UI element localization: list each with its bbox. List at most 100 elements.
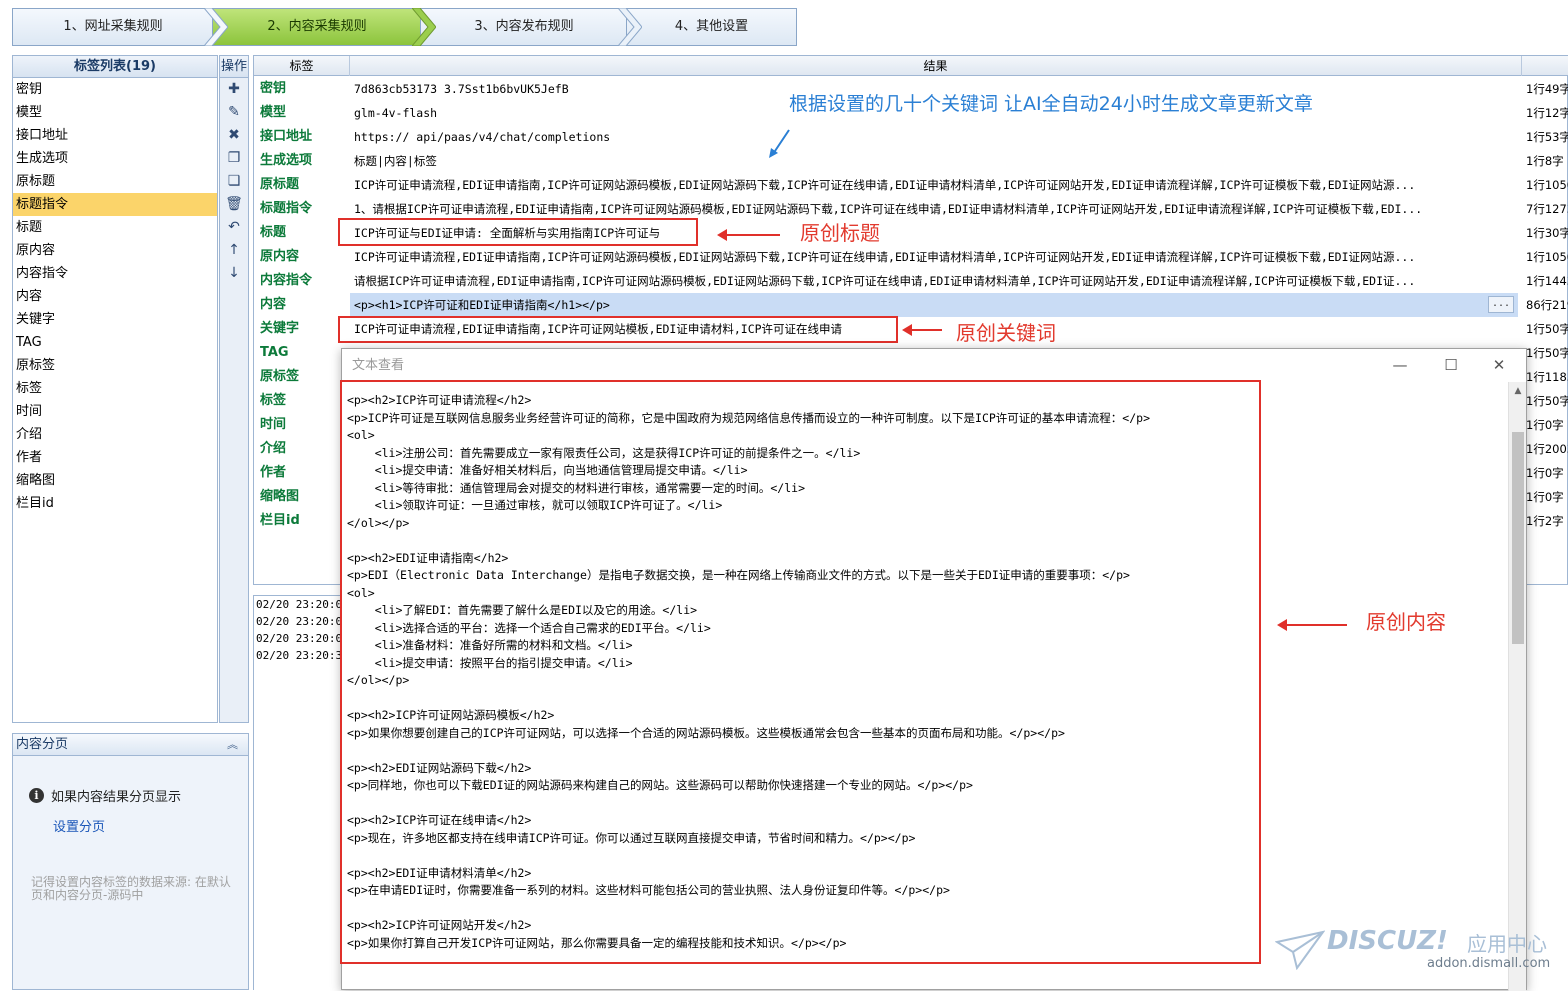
grid-row-value-text: ICP许可证申请流程,EDI证申请指南,ICP许可证网站源码模板,EDI证网站源… (354, 250, 1416, 264)
tag-list: 密钥 模型 接口地址 生成选项 原标题 标题指令 标题 原内容 内容指令 内容 关键字 TAG 原标签标… (13, 78, 217, 515)
info-icon: i (29, 788, 44, 803)
tag-list-item[interactable]: 标题指令 (13, 193, 217, 216)
tag-list-item[interactable]: 作者 (13, 446, 217, 469)
tag-list-item[interactable]: 介绍 (13, 423, 217, 446)
tag-list-item[interactable]: 生成选项 (13, 147, 217, 170)
delete-icon[interactable]: ✖ (220, 124, 248, 147)
tag-list-item[interactable]: TAG (13, 331, 217, 354)
pagination-info-text: 如果内容结果分页显示 (51, 790, 182, 805)
grid-row-label: 标题 (260, 225, 287, 240)
step-content-rules[interactable]: 2、内容采集规则 (212, 8, 422, 46)
grid-header: 标签 结果 (254, 56, 1568, 76)
tag-list-item[interactable]: 内容指令 (13, 262, 217, 285)
scroll-thumb[interactable] (1512, 432, 1524, 644)
watermark-cn: 应用中心 (1467, 932, 1547, 956)
col-header-count (1522, 56, 1568, 76)
content-annotation: 原创内容 (1366, 610, 1446, 634)
grid-row-value-text: ICP许可证申请流程,EDI证申请指南,ICP许可证网站源码模板,EDI证网站源… (354, 178, 1416, 192)
step-publish-rules[interactable]: 3、内容发布规则 (420, 8, 628, 46)
grid-row-label: 介绍 (260, 441, 287, 456)
pagination-note: 记得设置内容标签的数据来源: 在默认页和内容分页-源码中 (31, 875, 231, 902)
col-header-label[interactable]: 标签 (254, 56, 350, 76)
grid-row[interactable]: 内容 <p><h1>ICP许可证和EDI证申请指南</h1></p>... 86行2… (254, 293, 1568, 317)
tag-list-item[interactable]: 栏目id (13, 492, 217, 515)
arrow-down-icon[interactable]: ↓ (220, 262, 248, 285)
tag-list-item[interactable]: 密钥 (13, 78, 217, 101)
grid-row-count: 1行49字 (1526, 82, 1568, 96)
step-url-rules[interactable]: 1、网址采集规则 (12, 8, 214, 46)
grid-row-label: 标签 (260, 393, 287, 408)
undo-icon[interactable]: ↶ (220, 216, 248, 239)
step-other-settings[interactable]: 4、其他设置 (626, 8, 797, 46)
grid-row-value[interactable]: 标题|内容|标签 (350, 149, 1518, 173)
log-panel: 02/20 23:20:0 02/20 23:20:0 02/20 23:20:0 0… (253, 595, 343, 990)
grid-row-value[interactable]: ICP许可证申请流程,EDI证申请指南,ICP许可证网站源码模板,EDI证网站源… (350, 245, 1518, 269)
title-highlight-box (338, 218, 698, 246)
tag-list-item[interactable]: 标签 (13, 377, 217, 400)
grid-row[interactable]: 生成选项 标题|内容|标签 1行8字 (254, 149, 1568, 173)
pagination-panel-header[interactable]: 内容分页 ︽ (13, 734, 248, 756)
col-header-result[interactable]: 结果 (350, 56, 1522, 76)
grid-row-value[interactable]: https:// api/paas/v4/chat/completions (350, 125, 1518, 149)
tag-list-item[interactable]: 缩略图 (13, 469, 217, 492)
grid-row[interactable]: 内容指令 请根据ICP许可证申请流程,EDI证申请指南,ICP许可证网站源码模板,… (254, 269, 1568, 293)
grid-row-value[interactable]: ICP许可证申请流程,EDI证申请指南,ICP许可证网站源码模板,EDI证网站源… (350, 173, 1518, 197)
grid-row-label: 栏目id (260, 513, 300, 528)
grid-row-label: 原内容 (260, 249, 300, 264)
pagination-info: i 如果内容结果分页显示 (29, 786, 181, 805)
grid-row-count: 86行219 (1526, 298, 1568, 312)
grid-row-count: 1行1185 (1526, 370, 1568, 384)
grid-row-label: 模型 (260, 105, 287, 120)
grid-row-label: 作者 (260, 465, 287, 480)
tag-list-item[interactable]: 原内容 (13, 239, 217, 262)
keyword-arrow-icon (902, 324, 942, 336)
copy-icon[interactable]: ❐ (220, 147, 248, 170)
step-label: 3、内容发布规则 (474, 19, 574, 34)
tag-list-item[interactable]: 时间 (13, 400, 217, 423)
log-line: 02/20 23:20:3 (256, 649, 343, 662)
title-arrow-icon (717, 229, 780, 241)
tag-list-item[interactable]: 关键字 (13, 308, 217, 331)
step-chevron-icon (204, 8, 228, 46)
ellipsis-button[interactable]: ... (1488, 296, 1514, 313)
tag-list-item[interactable]: 模型 (13, 101, 217, 124)
step-label: 4、其他设置 (674, 19, 749, 34)
grid-row-label: 生成选项 (260, 153, 313, 168)
maximize-button[interactable]: ☐ (1428, 349, 1474, 381)
scroll-up-icon[interactable]: ▲ (1509, 382, 1527, 400)
dialog-scrollbar[interactable]: ▲ (1508, 382, 1526, 991)
grid-row[interactable]: 接口地址 https:// api/paas/v4/chat/completion… (254, 125, 1568, 149)
tag-list-item[interactable]: 标题 (13, 216, 217, 239)
minimize-button[interactable]: — (1377, 349, 1423, 381)
grid-row-count: 1行50字 (1526, 346, 1568, 360)
pencil-icon[interactable]: ✎ (220, 101, 248, 124)
watermark: DISCUZ! 应用中心 addon.dismall.com (1275, 922, 1560, 982)
grid-row[interactable]: 原内容 ICP许可证申请流程,EDI证申请指南,ICP许可证网站源码模板,EDI证… (254, 245, 1568, 269)
close-button[interactable]: ✕ (1476, 349, 1522, 381)
keyword-annotation: 原创关键词 (956, 321, 1056, 345)
arrow-up-icon[interactable]: ↑ (220, 239, 248, 262)
grid-row-count: 1行1050 (1526, 250, 1568, 264)
tag-list-item[interactable]: 接口地址 (13, 124, 217, 147)
grid-row[interactable]: 原标题 ICP许可证申请流程,EDI证申请指南,ICP许可证网站源码模板,EDI证… (254, 173, 1568, 197)
tag-list-item[interactable]: 原标签 (13, 354, 217, 377)
grid-row-count: 1行1443 (1526, 274, 1568, 288)
content-highlight-box (340, 380, 1261, 964)
grid-row-label: 接口地址 (260, 129, 313, 144)
step-chevron-icon (618, 8, 642, 46)
grid-row-label: 内容 (260, 297, 287, 312)
content-pagination-panel: 内容分页 ︽ i 如果内容结果分页显示 设置分页 记得设置内容标签的数据来源: … (12, 733, 249, 990)
trash-icon[interactable]: 🗑 (220, 193, 248, 216)
grid-row-value-text: <p><h1>ICP许可证和EDI证申请指南</h1></p> (354, 298, 610, 312)
grid-row-count: 1行50字 (1526, 394, 1568, 408)
plus-icon[interactable]: ✚ (220, 78, 248, 101)
tag-list-item[interactable]: 原标题 (13, 170, 217, 193)
set-pagination-link[interactable]: 设置分页 (53, 816, 105, 835)
collapse-icon[interactable]: ︽ (227, 734, 238, 756)
grid-row-count: 1行53字 (1526, 130, 1568, 144)
grid-row-value[interactable]: 请根据ICP许可证申请流程,EDI证申请指南,ICP许可证网站源码模板,EDI证… (350, 269, 1518, 293)
tag-list-item[interactable]: 内容 (13, 285, 217, 308)
grid-row-label: 缩略图 (260, 489, 300, 504)
paste-icon[interactable]: ❏ (220, 170, 248, 193)
grid-row-value[interactable]: <p><h1>ICP许可证和EDI证申请指南</h1></p>... (350, 293, 1518, 317)
